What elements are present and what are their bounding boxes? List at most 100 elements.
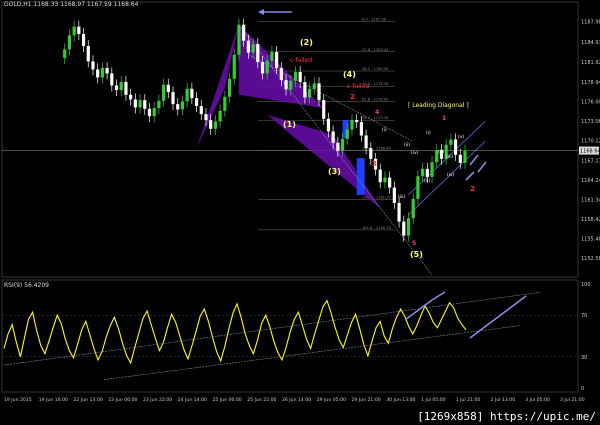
wave-label: (2) <box>300 38 313 47</box>
candle-body <box>260 62 265 74</box>
wave-label: (3) <box>328 167 341 176</box>
wave-label: (iv) <box>447 172 455 178</box>
rsi-arrow <box>469 295 527 339</box>
time-tick-label: 25 Jun 22:00 <box>247 397 276 403</box>
candle-body <box>336 142 340 151</box>
wave-label: (4) <box>343 70 356 79</box>
time-tick-label: 19 Jun 2015 <box>4 397 32 403</box>
fib-level-label: 38.2 - 1180.56 <box>362 67 389 71</box>
candle-body <box>147 108 152 117</box>
candle-body <box>185 88 189 102</box>
candle-body <box>411 198 415 219</box>
candle-body <box>143 100 147 109</box>
candle-body <box>458 154 462 163</box>
rsi-tick-label: 70 <box>581 313 587 319</box>
harmonic-triangle-left <box>196 24 239 149</box>
rsi-chart-title: RSI(9) 56.4209 <box>4 282 49 289</box>
candle-body <box>209 120 213 129</box>
time-tick-label: 3 Jul 05:00 <box>525 397 550 403</box>
candle-body <box>270 52 274 61</box>
price-tick-label: 1184.91 <box>581 40 600 46</box>
price-tick-label: 1176.00 <box>581 99 600 105</box>
time-tick-label: 23 Jun 22:00 <box>143 397 172 403</box>
wave-label: (ii) <box>438 149 444 155</box>
candle-body <box>289 80 293 90</box>
candle-body <box>194 98 199 107</box>
rsi-series-line <box>3 299 467 365</box>
candle-body <box>369 148 373 159</box>
candle-body <box>345 129 349 139</box>
fib-level-label: 23.6 - 1183.44 <box>362 48 389 52</box>
candle-body <box>425 168 429 177</box>
price-chart: 0.0 - 1187.98 23.6 - 1183.44 38.2 - 1180.5… <box>1 1 600 403</box>
candle-body <box>392 187 396 203</box>
candle-body <box>232 54 236 79</box>
price-tick-label: 1170.12 <box>581 139 600 145</box>
candle-body <box>298 72 302 83</box>
time-tick-label: 2 Jul 13:00 <box>491 397 516 403</box>
price-tick-label: 1161.34 <box>581 197 600 203</box>
price-tick-label: 1152.58 <box>581 256 600 262</box>
candle-body <box>105 68 109 74</box>
candle-body <box>251 44 255 53</box>
wave-label: 1 <box>442 115 446 122</box>
fib-level-label: 0.0 - 1187.98 <box>362 17 387 21</box>
arrow-line <box>469 154 479 166</box>
candle-body <box>199 106 203 115</box>
candle-body <box>421 168 425 177</box>
rsi-arrow <box>431 291 446 301</box>
fib-level-label: 161.8 - 1156.76 <box>362 226 391 230</box>
fib-level-label: 61.8 - 1176.00 <box>362 97 389 101</box>
wave-label: c-failed <box>290 57 312 64</box>
candle-body <box>279 68 283 81</box>
wave-label: (i) <box>382 127 387 133</box>
time-tick-label: 29 Jun 21:00 <box>352 397 381 403</box>
main-chart-title: GOLD,H1 1168.33 1168.97 1167.59 1168.64 <box>4 1 139 8</box>
price-tick-label: 1155.48 <box>581 236 600 242</box>
rsi-tick-label: 30 <box>581 355 587 361</box>
time-tick-label: 23 Jun 06:00 <box>108 397 137 403</box>
arrow-line <box>465 171 475 181</box>
time-tick-label: 26 Jun 14:00 <box>282 397 311 403</box>
candle-body <box>350 120 354 130</box>
wave-label: (ii) <box>404 142 410 148</box>
price-tick-label: 1173.06 <box>581 119 600 125</box>
candle-body <box>317 83 321 101</box>
candle-body <box>364 135 368 149</box>
candle-body <box>293 72 298 81</box>
time-tick-label: 1 Jul 05:00 <box>421 397 446 403</box>
arrow-line <box>477 161 487 173</box>
candle-body <box>114 85 119 91</box>
wave-label: (v) <box>424 178 430 184</box>
price-tick-label: 1167.17 <box>581 158 600 164</box>
price-tick-label: 1187.98 <box>581 19 600 25</box>
candle-body <box>449 139 453 145</box>
candle-body <box>406 218 411 236</box>
time-tick-label: 24 Jun 14:00 <box>178 397 207 403</box>
wave-label: 3 <box>372 160 377 168</box>
candle-body <box>77 26 81 35</box>
wave-label: 2 <box>350 93 355 101</box>
candle-body <box>171 92 175 105</box>
candle-body <box>303 82 307 98</box>
candle-body <box>180 101 185 110</box>
candle-body <box>218 110 222 122</box>
candle-body <box>166 84 170 93</box>
rsi-pane-border <box>1 279 579 393</box>
candle-body <box>322 100 326 119</box>
candle-body <box>176 104 180 110</box>
candle-body <box>237 24 241 55</box>
candle-body <box>86 46 90 62</box>
candle-body <box>72 26 76 36</box>
time-tick-label: 22 Jun 13:00 <box>74 397 103 403</box>
wave-label: (v) <box>458 134 464 140</box>
candle-body <box>331 131 335 143</box>
price-tick-label: 1181.92 <box>581 60 600 66</box>
candle-body <box>265 60 269 74</box>
wave-label: (iv) <box>411 150 419 156</box>
candle-body <box>275 52 279 69</box>
candle-body <box>463 150 467 163</box>
candle-body <box>359 122 363 136</box>
candle-body <box>312 83 316 89</box>
candle-body <box>204 114 208 121</box>
